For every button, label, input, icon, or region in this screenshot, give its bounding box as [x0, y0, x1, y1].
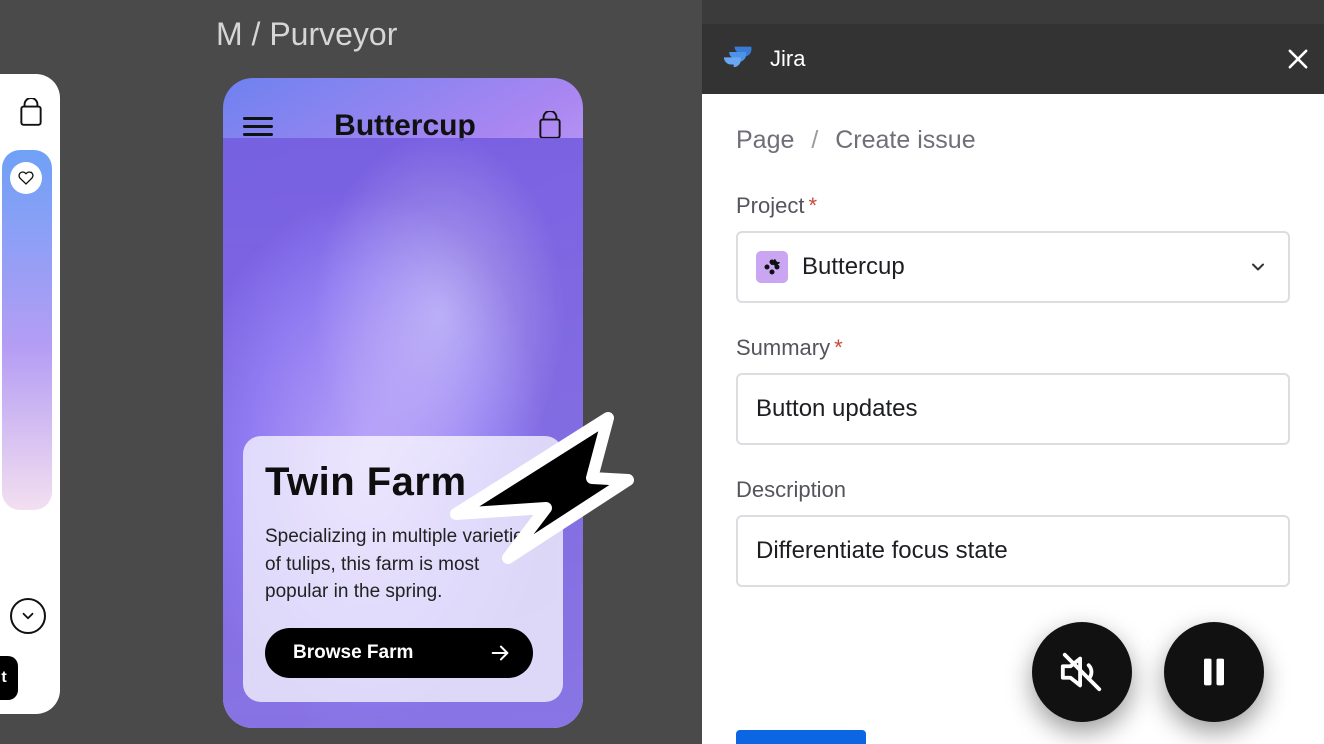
- required-indicator: *: [834, 335, 843, 360]
- project-avatar-icon: [756, 251, 788, 283]
- breadcrumb: Page / Create issue: [736, 126, 1290, 155]
- browse-farm-label: Browse Farm: [293, 642, 413, 664]
- speaker-muted-icon: [1059, 649, 1105, 695]
- jira-form: Page / Create issue Project* Buttercup: [702, 94, 1324, 587]
- panel-topstrip: [702, 0, 1324, 24]
- heart-icon: [18, 170, 34, 186]
- hamburger-icon: [243, 117, 273, 136]
- farm-card-description: Specializing in multiple varieties of tu…: [265, 523, 541, 606]
- close-button[interactable]: [1284, 45, 1312, 73]
- chevron-down-icon: [1248, 257, 1268, 277]
- adjacent-card-preview: [2, 150, 52, 510]
- farm-card: Twin Farm Specializing in multiple varie…: [243, 436, 563, 702]
- adjacent-button-sliver: t: [0, 656, 18, 700]
- close-icon: [1284, 45, 1312, 73]
- favorite-button[interactable]: [10, 162, 42, 194]
- breadcrumb-page-link[interactable]: Page: [736, 126, 794, 154]
- breadcrumb-separator: /: [811, 126, 818, 154]
- browse-farm-button[interactable]: Browse Farm: [265, 628, 533, 678]
- design-canvas[interactable]: M / Purveyor t: [0, 0, 702, 744]
- farm-card-title: Twin Farm: [265, 460, 541, 505]
- jira-app-name: Jira: [770, 46, 805, 72]
- mute-button[interactable]: [1032, 622, 1132, 722]
- summary-field-label: Summary*: [736, 335, 1290, 361]
- pause-button[interactable]: [1164, 622, 1264, 722]
- bag-icon: [18, 98, 44, 128]
- summary-input[interactable]: Button updates: [736, 373, 1290, 445]
- breadcrumb-current: Create issue: [835, 126, 975, 154]
- expand-button[interactable]: [10, 598, 46, 634]
- description-input[interactable]: Differentiate focus state: [736, 515, 1290, 587]
- pause-icon: [1194, 652, 1234, 692]
- project-select[interactable]: Buttercup: [736, 231, 1290, 303]
- arrow-right-icon: [489, 642, 511, 664]
- chevron-down-icon: [19, 607, 37, 625]
- description-input-value: Differentiate focus state: [756, 537, 1008, 565]
- project-select-value: Buttercup: [802, 253, 905, 281]
- project-field-label: Project*: [736, 193, 1290, 219]
- description-field-label: Description: [736, 477, 1290, 503]
- bag-icon[interactable]: [537, 111, 563, 141]
- jira-header: Jira: [702, 24, 1324, 94]
- phone-frame[interactable]: Buttercup Twin Farm Specializing in mult…: [223, 78, 583, 728]
- create-button[interactable]: [736, 730, 866, 744]
- adjacent-frame[interactable]: t: [0, 74, 60, 714]
- jira-logo-icon: [724, 44, 754, 74]
- menu-button[interactable]: [243, 112, 273, 141]
- frame-title: M / Purveyor: [216, 16, 397, 53]
- summary-input-value: Button updates: [756, 395, 917, 423]
- required-indicator: *: [808, 193, 817, 218]
